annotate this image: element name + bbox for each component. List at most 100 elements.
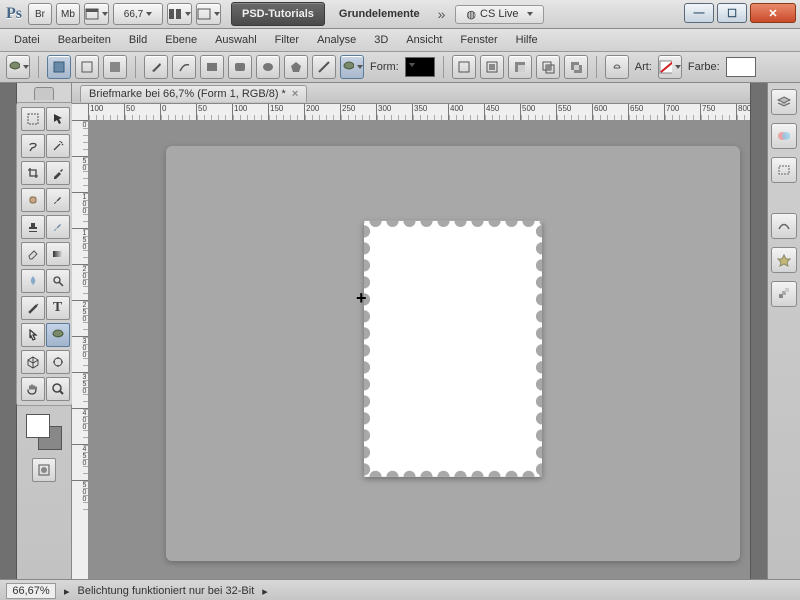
close-tab-icon[interactable]: × xyxy=(292,88,298,100)
move-tool[interactable] xyxy=(46,107,70,131)
status-nav-icon[interactable]: ▸ xyxy=(64,585,70,598)
lasso-tool[interactable] xyxy=(21,134,45,158)
shape-layers-mode[interactable] xyxy=(47,55,71,79)
3d-camera-tool[interactable] xyxy=(46,350,70,374)
custom-shape-icon[interactable] xyxy=(340,55,364,79)
arrange-dropdown[interactable] xyxy=(167,3,192,25)
status-message: Belichtung funktioniert nur bei 32-Bit xyxy=(78,585,255,597)
artboard: + xyxy=(166,146,740,561)
ellipse-shape-icon[interactable] xyxy=(256,55,280,79)
bridge-button[interactable]: Br xyxy=(28,3,52,25)
cs-live-icon: ◍ xyxy=(466,8,476,21)
hand-tool[interactable] xyxy=(21,377,45,401)
stamp-tool[interactable] xyxy=(21,215,45,239)
history-panel-icon[interactable] xyxy=(771,281,797,307)
art-label: Art: xyxy=(635,61,652,73)
eyedropper-tool[interactable] xyxy=(46,161,70,185)
right-edge-gutter[interactable] xyxy=(750,83,767,579)
menu-3d[interactable]: 3D xyxy=(368,32,394,48)
document-tab-bar: Briefmarke bei 66,7% (Form 1, RGB/8) * × xyxy=(72,83,750,104)
stamp-shape[interactable] xyxy=(364,220,542,476)
marquee-tool[interactable] xyxy=(21,107,45,131)
psd-tutorials-badge[interactable]: PSD-Tutorials xyxy=(231,2,325,26)
path-add-icon[interactable] xyxy=(480,55,504,79)
dodge-tool[interactable] xyxy=(46,269,70,293)
minibridge-button[interactable]: Mb xyxy=(56,3,80,25)
styles-panel-icon[interactable] xyxy=(771,247,797,273)
menu-datei[interactable]: Datei xyxy=(8,32,46,48)
gradient-tool[interactable] xyxy=(46,242,70,266)
crop-tool[interactable] xyxy=(21,161,45,185)
ruler-origin[interactable] xyxy=(72,104,89,121)
screen-mode-dropdown[interactable] xyxy=(196,3,221,25)
pen-tool-icon[interactable] xyxy=(144,55,168,79)
color-picker[interactable] xyxy=(726,57,756,77)
wand-tool[interactable] xyxy=(46,134,70,158)
zoom-level-dropdown[interactable]: 66,7 xyxy=(113,3,163,25)
workspace-more-icon[interactable]: » xyxy=(438,6,446,22)
line-shape-icon[interactable] xyxy=(312,55,336,79)
paths-panel-icon[interactable] xyxy=(771,157,797,183)
view-extras-dropdown[interactable] xyxy=(84,3,109,25)
heal-tool[interactable] xyxy=(21,188,45,212)
path-exclude-icon[interactable] xyxy=(564,55,588,79)
app-logo: Ps xyxy=(6,5,22,23)
menu-ansicht[interactable]: Ansicht xyxy=(400,32,448,48)
style-link-icon[interactable] xyxy=(605,55,629,79)
3d-object-tool[interactable] xyxy=(21,350,45,374)
channels-panel-icon[interactable] xyxy=(771,123,797,149)
paths-mode[interactable] xyxy=(75,55,99,79)
foreground-color-swatch[interactable] xyxy=(26,414,50,438)
document-tab[interactable]: Briefmarke bei 66,7% (Form 1, RGB/8) * × xyxy=(80,85,307,102)
status-more-icon[interactable]: ▸ xyxy=(262,585,268,598)
rounded-rect-shape-icon[interactable] xyxy=(228,55,252,79)
menu-filter[interactable]: Filter xyxy=(269,32,305,48)
status-bar: 66,67% ▸ Belichtung funktioniert nur bei… xyxy=(0,579,800,600)
tools-panel-handle[interactable] xyxy=(34,87,54,100)
path-new-icon[interactable] xyxy=(452,55,476,79)
menu-bearbeiten[interactable]: Bearbeiten xyxy=(52,32,117,48)
style-picker[interactable] xyxy=(658,55,682,79)
custom-shape-tool[interactable] xyxy=(46,323,70,347)
freeform-pen-icon[interactable] xyxy=(172,55,196,79)
left-edge-gutter[interactable] xyxy=(0,83,17,579)
menu-analyse[interactable]: Analyse xyxy=(311,32,362,48)
zoom-tool[interactable] xyxy=(46,377,70,401)
brush-tool[interactable] xyxy=(46,188,70,212)
history-brush-tool[interactable] xyxy=(46,215,70,239)
pen-tool[interactable] xyxy=(21,296,45,320)
cs-live-label: CS Live xyxy=(480,8,519,20)
farbe-label: Farbe: xyxy=(688,61,720,73)
menu-bild[interactable]: Bild xyxy=(123,32,153,48)
quickmask-toggle[interactable] xyxy=(32,458,56,482)
maximize-button[interactable]: ☐ xyxy=(717,3,747,23)
path-select-tool[interactable] xyxy=(21,323,45,347)
close-button[interactable]: ✕ xyxy=(750,3,796,23)
workspace-selector[interactable]: Grundelemente xyxy=(331,3,428,25)
menu-fenster[interactable]: Fenster xyxy=(454,32,503,48)
menu-ebene[interactable]: Ebene xyxy=(159,32,203,48)
vertical-ruler[interactable]: 050100150200250300350400450500 xyxy=(72,120,89,579)
eraser-tool[interactable] xyxy=(21,242,45,266)
layers-panel-icon[interactable] xyxy=(771,89,797,115)
right-dock xyxy=(767,83,800,579)
tool-preset-picker[interactable] xyxy=(6,55,30,79)
rectangle-shape-icon[interactable] xyxy=(200,55,224,79)
path-subtract-icon[interactable] xyxy=(508,55,532,79)
adjustments-panel-icon[interactable] xyxy=(771,213,797,239)
path-intersect-icon[interactable] xyxy=(536,55,560,79)
fg-bg-colors[interactable] xyxy=(24,412,64,452)
cs-live-button[interactable]: ◍ CS Live xyxy=(455,5,543,24)
polygon-shape-icon[interactable] xyxy=(284,55,308,79)
status-zoom[interactable]: 66,67% xyxy=(6,583,56,599)
horizontal-ruler[interactable]: 1005005010015020025030035040045050055060… xyxy=(88,104,750,121)
fill-pixels-mode[interactable] xyxy=(103,55,127,79)
shape-picker[interactable] xyxy=(405,57,435,77)
menu-auswahl[interactable]: Auswahl xyxy=(209,32,263,48)
window-controls: — ☐ ✕ xyxy=(684,3,796,23)
type-tool[interactable]: T xyxy=(46,296,70,320)
canvas[interactable]: + xyxy=(88,120,750,579)
menu-hilfe[interactable]: Hilfe xyxy=(510,32,544,48)
minimize-button[interactable]: — xyxy=(684,3,714,23)
blur-tool[interactable] xyxy=(21,269,45,293)
